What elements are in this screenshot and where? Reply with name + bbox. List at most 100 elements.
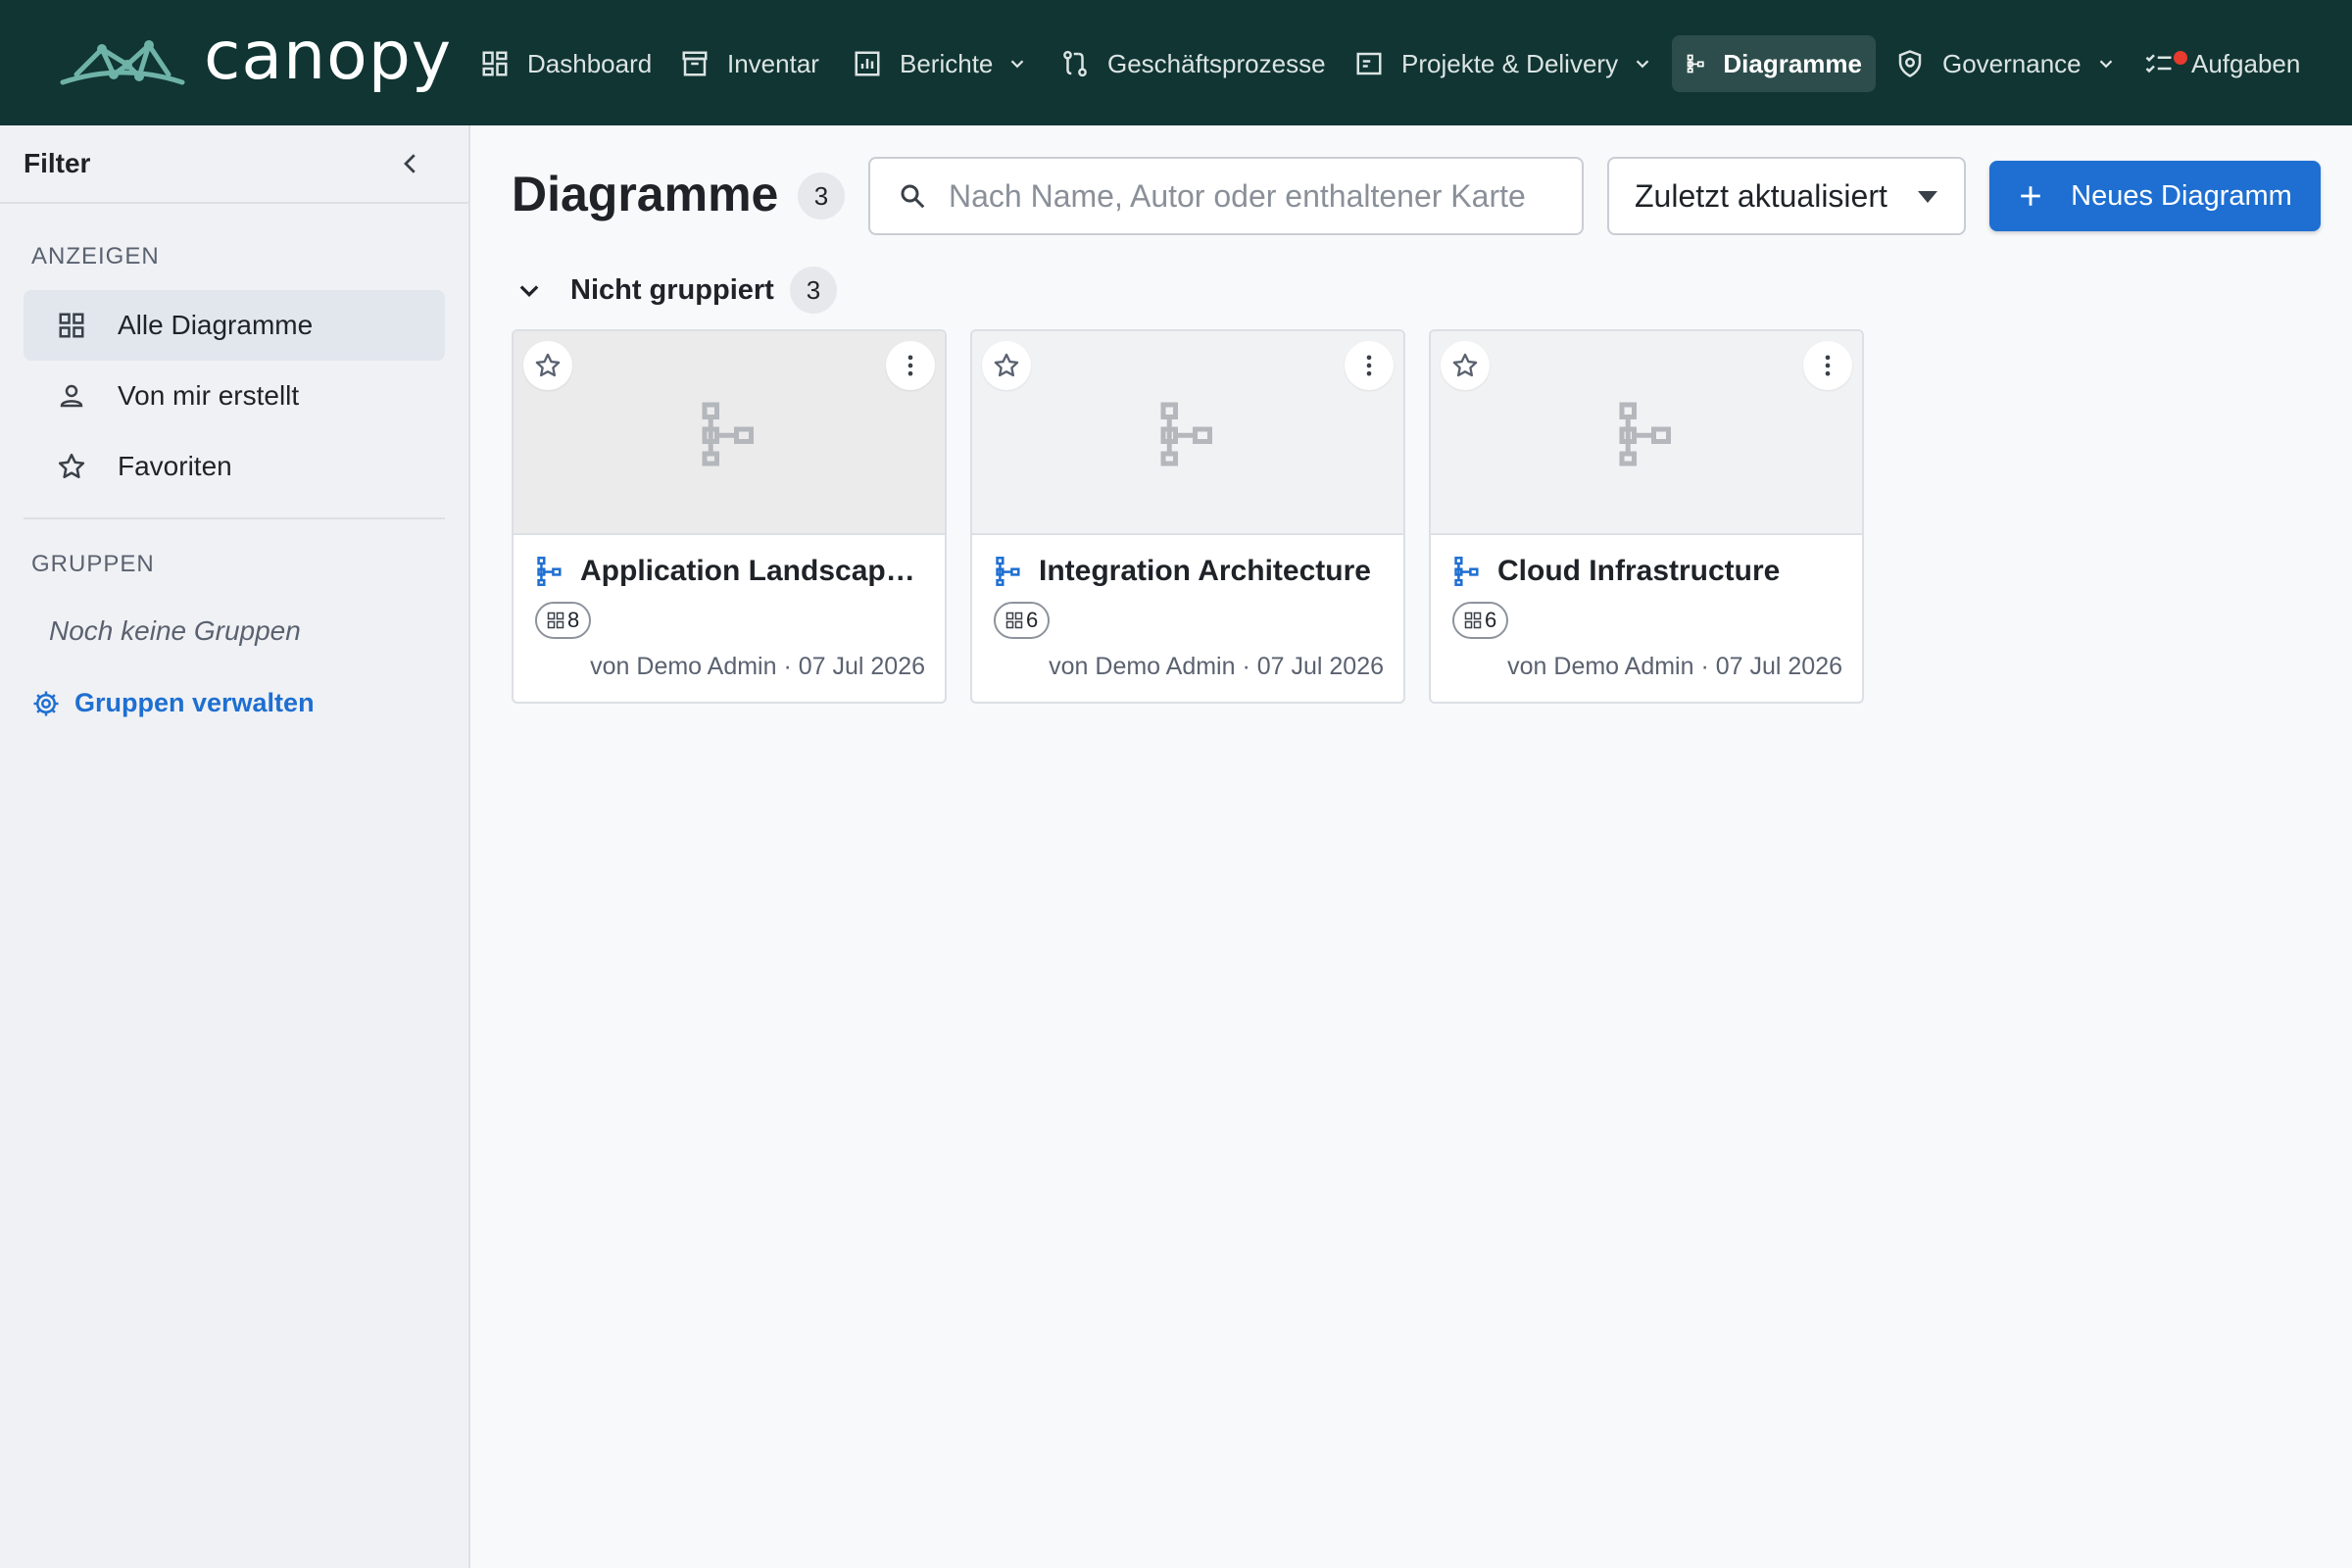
card-count-value: 8 [567, 608, 580, 632]
grid-icon [59, 313, 84, 338]
nav-dashboard[interactable]: Dashboard [466, 35, 665, 92]
dashboard-icon [482, 51, 508, 76]
nav-geschaeftsprozesse[interactable]: Geschäftsprozesse [1047, 35, 1340, 92]
nav-diagramme-label: Diagramme [1723, 48, 1862, 78]
card-meta: von Demo Admin · 07 Jul 2026 [590, 653, 925, 680]
diagram-count-badge: 3 [798, 172, 845, 220]
nav-governance-label: Governance [1942, 48, 2082, 78]
nav-aufgaben-label: Aufgaben [2191, 48, 2301, 78]
group-label: Nicht gruppiert [570, 273, 774, 306]
plus-icon [2021, 186, 2040, 206]
diagram-placeholder-icon [1160, 402, 1212, 466]
sidebar-header: Filter [0, 125, 468, 204]
star-icon [994, 353, 1019, 377]
archive-icon [682, 51, 708, 76]
nav-dashboard-label: Dashboard [527, 48, 653, 78]
card-title[interactable]: Cloud Infrastructure [1497, 555, 1780, 588]
nav-governance[interactable]: Governance [1882, 35, 2131, 92]
nav-inventar[interactable]: Inventar [666, 35, 833, 92]
nav-projekte-delivery-label: Projekte & Delivery [1401, 48, 1619, 78]
sidebar-item-label: Favoriten [118, 451, 232, 481]
bar-chart-icon [855, 51, 880, 76]
card-title[interactable]: Integration Architecture [1039, 555, 1371, 588]
page-title: Diagramme [512, 167, 779, 221]
sort-selected-value: Zuletzt aktualisiert [1635, 177, 1887, 214]
sidebar-item-created-by-me[interactable]: Von mir erstellt [24, 361, 445, 431]
top-navigation: canopy Dashboard Inventar Berichte Gesch… [0, 0, 2352, 125]
diagram-thumbnail[interactable] [1431, 331, 1862, 535]
nav-berichte[interactable]: Berichte [839, 35, 1042, 92]
nav-geschaeftsprozesse-label: Geschäftsprozesse [1107, 48, 1326, 78]
search-field[interactable] [868, 157, 1584, 235]
chevron-left-icon[interactable] [396, 149, 425, 178]
diagram-placeholder-icon [702, 402, 754, 466]
new-diagram-label: Neues Diagramm [2071, 179, 2292, 212]
search-icon [901, 184, 925, 209]
shield-icon [1898, 50, 1922, 77]
filter-sidebar: Filter ANZEIGEN Alle Diagramme Von mir e… [0, 125, 470, 1568]
favorite-button[interactable] [1441, 341, 1490, 390]
manage-groups-link[interactable]: Gruppen verwalten [31, 688, 315, 718]
card-meta: von Demo Admin · 07 Jul 2026 [1049, 653, 1384, 680]
user-icon [60, 384, 83, 408]
card-count-pill: 6 [994, 602, 1051, 639]
caret-down-icon [1918, 191, 1937, 203]
process-icon [1063, 50, 1087, 77]
star-icon [58, 453, 85, 479]
notification-dot [2174, 51, 2187, 65]
more-vertical-icon [1366, 355, 1372, 376]
diagram-card[interactable]: Cloud Infrastructure 6 von Demo Admin · … [1429, 329, 1864, 704]
nav-diagramme[interactable]: Diagramme [1672, 35, 1876, 92]
sidebar-item-favorites[interactable]: Favoriten [24, 431, 445, 502]
chevron-down-icon [2099, 60, 2112, 69]
sort-select[interactable]: Zuletzt aktualisiert [1607, 157, 1966, 235]
checklist-icon [2145, 54, 2172, 74]
project-icon [1356, 52, 1382, 75]
logo-mark-icon [60, 40, 185, 85]
card-count-pill: 8 [535, 602, 592, 639]
manage-groups-label: Gruppen verwalten [74, 688, 315, 717]
brand-name: canopy [204, 18, 453, 95]
favorite-button[interactable] [523, 341, 572, 390]
new-diagram-button[interactable]: Neues Diagramm [1989, 161, 2321, 231]
card-menu-button[interactable] [1345, 341, 1394, 390]
nav-inventar-label: Inventar [727, 48, 819, 78]
diagram-card[interactable]: Application Landscape ... 8 von Demo Adm… [512, 329, 947, 704]
cards-icon [1005, 612, 1023, 629]
groups-empty-state: Noch keine Gruppen [49, 615, 301, 646]
gear-icon [33, 691, 59, 715]
chevron-down-icon [519, 285, 539, 297]
search-input[interactable] [949, 177, 1576, 215]
diagram-icon [1454, 557, 1479, 586]
card-meta: von Demo Admin · 07 Jul 2026 [1507, 653, 1842, 680]
sidebar-section-show: ANZEIGEN [31, 243, 160, 270]
diagram-card[interactable]: Integration Architecture 6 von Demo Admi… [970, 329, 1405, 704]
sidebar-title: Filter [24, 148, 91, 178]
sidebar-item-label: Von mir erstellt [118, 380, 300, 411]
sidebar-item-all-diagrams[interactable]: Alle Diagramme [24, 290, 445, 361]
favorite-button[interactable] [982, 341, 1031, 390]
cards-icon [547, 612, 564, 629]
diagram-thumbnail[interactable] [514, 331, 945, 535]
card-title[interactable]: Application Landscape ... [580, 555, 925, 588]
nav-berichte-label: Berichte [900, 48, 994, 78]
sidebar-item-label: Alle Diagramme [118, 310, 314, 340]
canopy-logo[interactable]: canopy [59, 24, 452, 96]
nav-aufgaben[interactable]: Aufgaben [2131, 35, 2314, 92]
cards-icon [1464, 612, 1482, 629]
chevron-down-icon [1011, 60, 1024, 69]
card-menu-button[interactable] [886, 341, 935, 390]
chevron-down-icon [1636, 60, 1649, 69]
card-title-row: Cloud Infrastructure [1452, 555, 1842, 588]
star-icon [1452, 353, 1478, 377]
sidebar-section-groups: GRUPPEN [31, 551, 155, 577]
diagram-icon [1687, 54, 1704, 74]
card-menu-button[interactable] [1803, 341, 1852, 390]
more-vertical-icon [907, 355, 913, 376]
group-toggle-ungrouped[interactable]: Nicht gruppiert [515, 267, 774, 314]
card-count-pill: 6 [1452, 602, 1509, 639]
nav-projekte-delivery[interactable]: Projekte & Delivery [1341, 35, 1667, 92]
diagram-placeholder-icon [1619, 402, 1671, 466]
diagram-thumbnail[interactable] [972, 331, 1403, 535]
card-title-row: Application Landscape ... [535, 555, 925, 588]
